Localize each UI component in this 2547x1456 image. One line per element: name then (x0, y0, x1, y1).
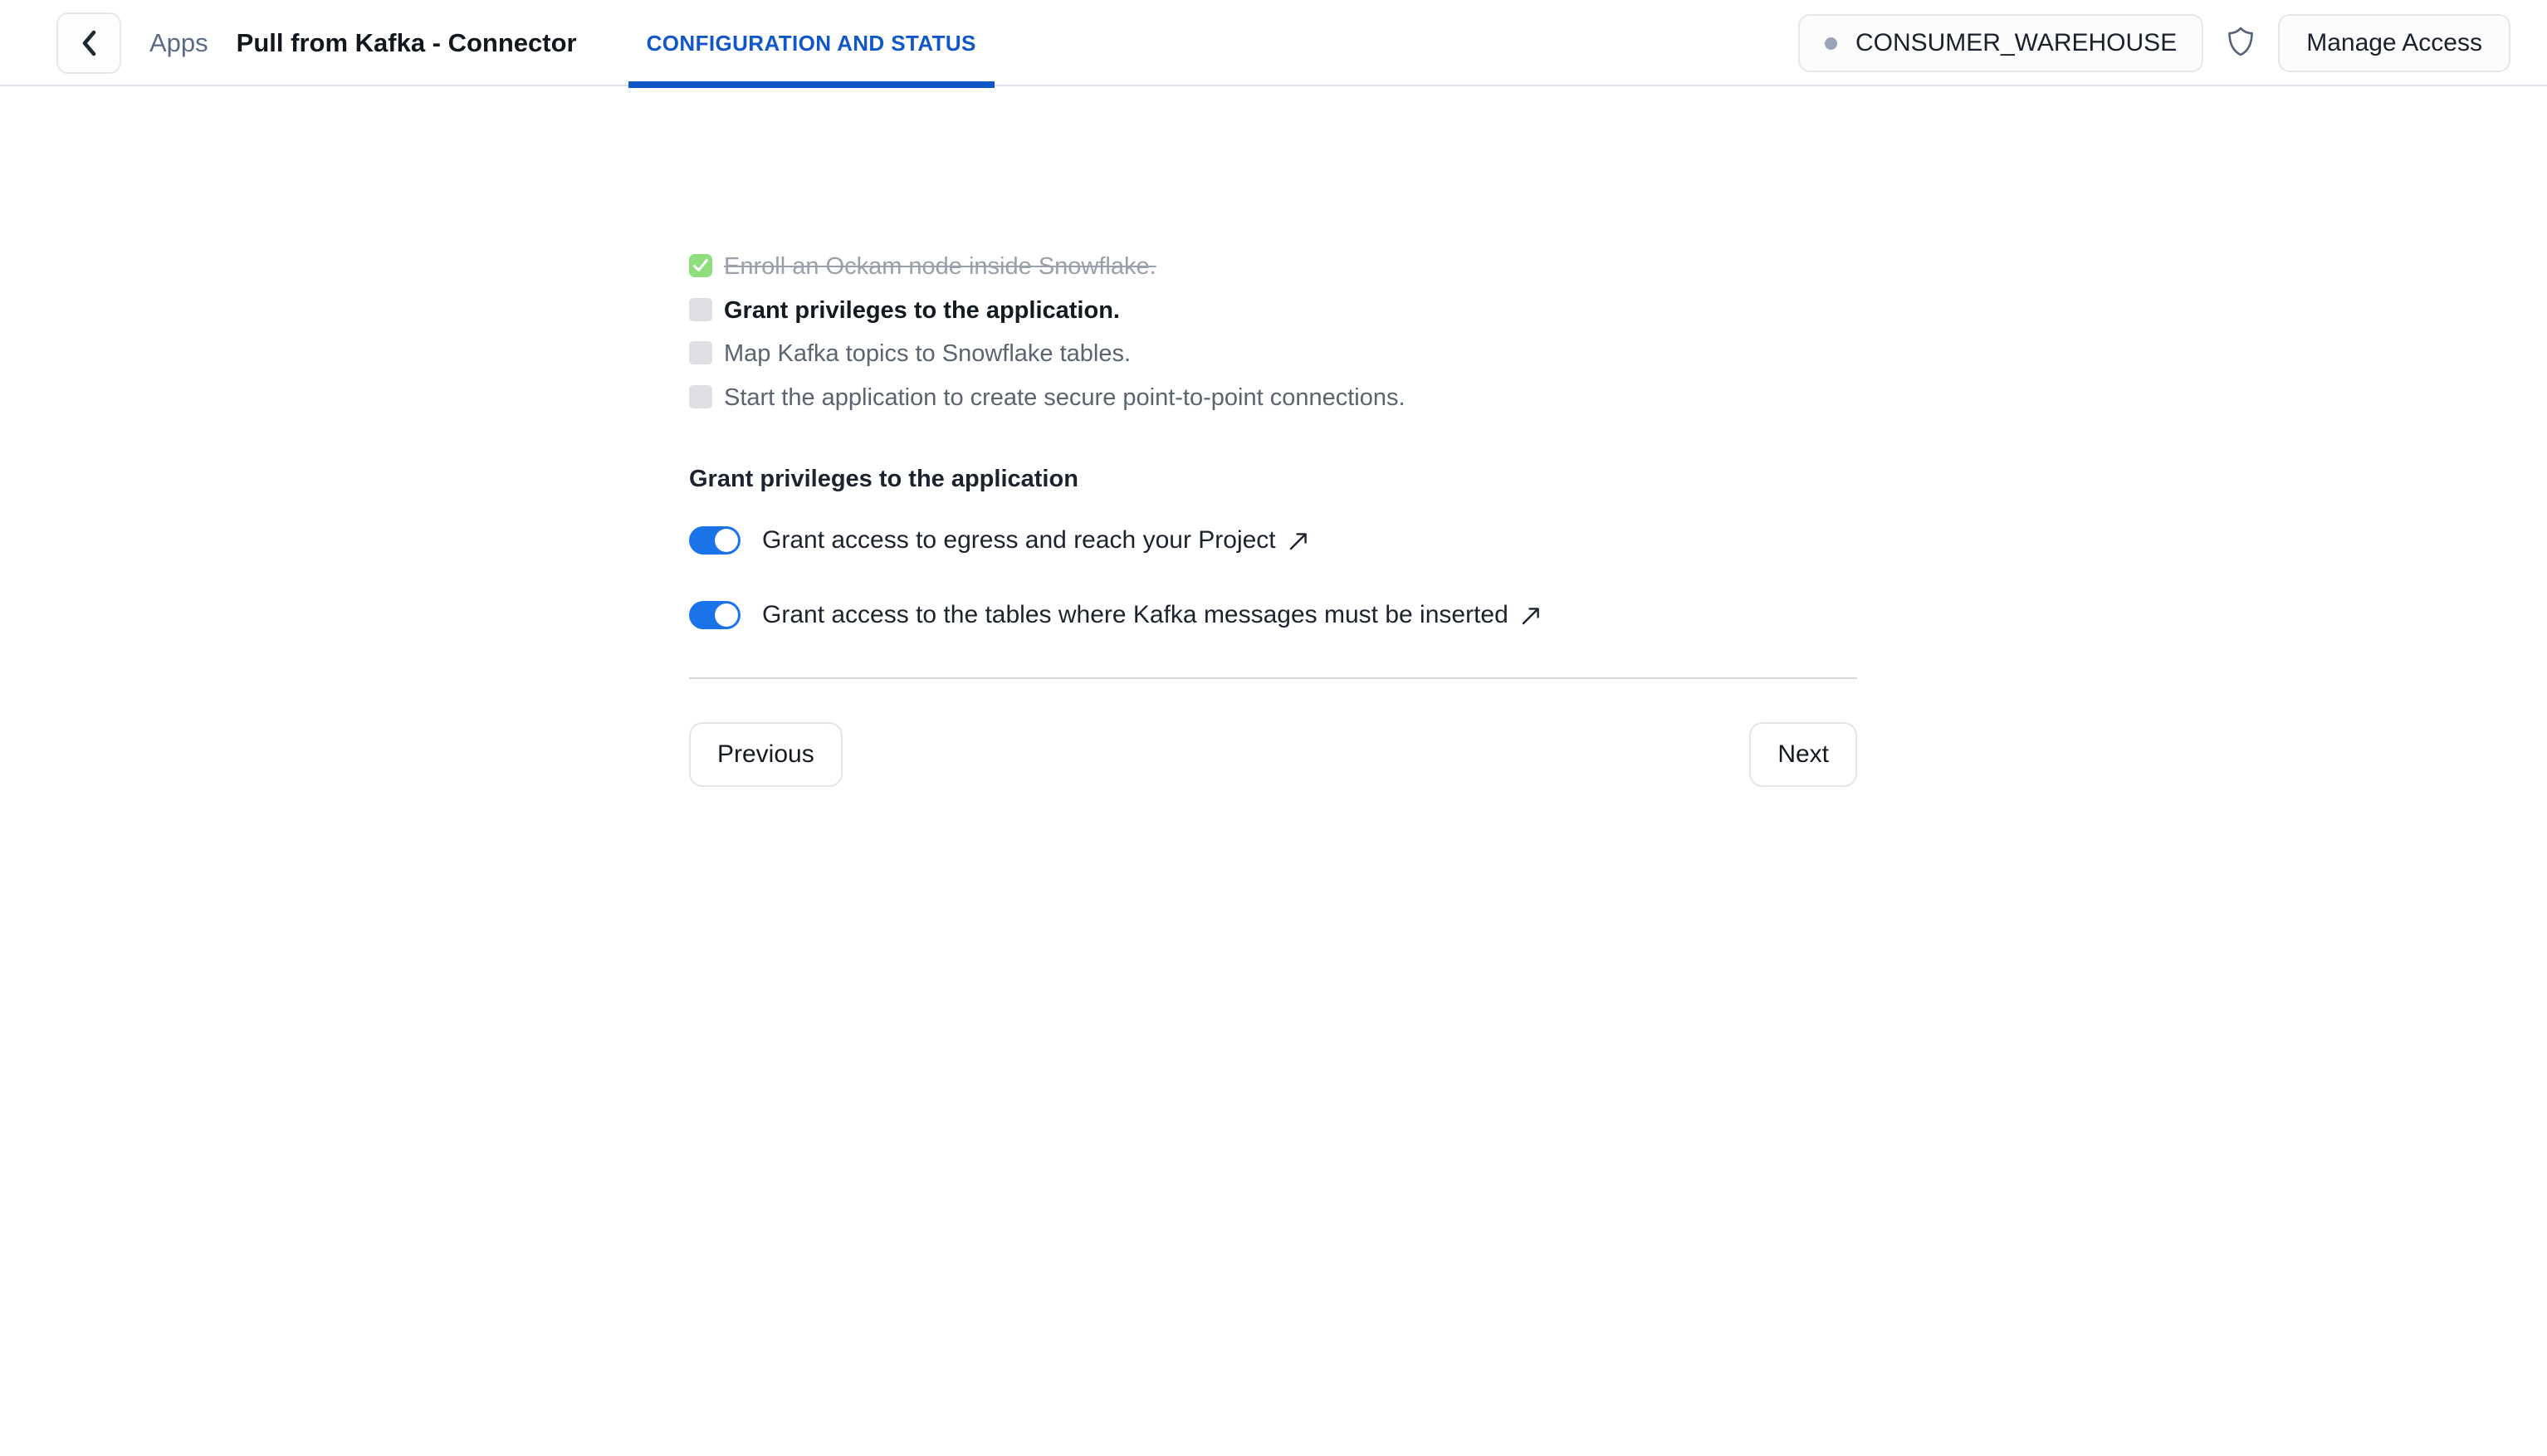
warehouse-name: CONSUMER_WAREHOUSE (1855, 29, 2178, 56)
content-column: Enroll an Ockam node inside Snowflake. G… (689, 86, 1860, 787)
toggle-row-egress-access: Grant access to egress and reach your Pr… (689, 521, 1860, 559)
back-button[interactable] (56, 12, 121, 74)
app-header: Apps Pull from Kafka - Connector CONFIGU… (0, 0, 2547, 88)
shield-icon (2227, 26, 2255, 61)
main-content: Enroll an Ockam node inside Snowflake. G… (0, 86, 2547, 787)
checklist-item-map-topics: Map Kafka topics to Snowflake tables. (689, 338, 1860, 370)
toggle-label-egress-access[interactable]: Grant access to egress and reach your Pr… (762, 526, 1309, 555)
toggle-knob (715, 603, 738, 627)
checklist-item-enroll-node: Enroll an Ockam node inside Snowflake. (689, 251, 1860, 283)
shield-icon-button[interactable] (2210, 14, 2271, 72)
previous-button[interactable]: Previous (689, 721, 843, 787)
tab-bar: CONFIGURATION AND STATUS (628, 0, 995, 88)
toggle-label-text: Grant access to the tables where Kafka m… (762, 600, 1508, 628)
toggle-table-access[interactable] (689, 600, 741, 629)
chevron-left-icon (81, 30, 97, 56)
warehouse-selector[interactable]: CONSUMER_WAREHOUSE (1797, 14, 2204, 72)
breadcrumb-item-apps[interactable]: Apps (121, 28, 237, 58)
tab-configuration-and-status[interactable]: CONFIGURATION AND STATUS (628, 0, 995, 88)
page-title: Pull from Kafka - Connector (236, 28, 577, 57)
section-heading: Grant privileges to the application (689, 465, 1078, 492)
toggle-label-text: Grant access to egress and reach your Pr… (762, 525, 1276, 554)
section-divider (689, 677, 1857, 679)
checkbox-empty-icon (689, 297, 712, 321)
next-button[interactable]: Next (1749, 721, 1857, 787)
privileges-toggle-list: Grant access to egress and reach your Pr… (689, 521, 1860, 634)
checklist-item-label: Grant privileges to the application. (724, 296, 1120, 324)
checklist-item-start-application: Start the application to create secure p… (689, 382, 1860, 414)
header-right-group: CONSUMER_WAREHOUSE Manage Access (1797, 0, 2547, 86)
setup-checklist: Enroll an Ockam node inside Snowflake. G… (689, 251, 1860, 414)
manage-access-button[interactable]: Manage Access (2278, 14, 2510, 72)
toggle-egress-access[interactable] (689, 525, 741, 555)
breadcrumb: Apps Pull from Kafka - Connector (121, 0, 628, 86)
external-link-arrow-icon[interactable] (1520, 605, 1542, 627)
checklist-item-label: Map Kafka topics to Snowflake tables. (724, 340, 1132, 368)
checkbox-checked-icon (689, 254, 712, 277)
checklist-item-label: Start the application to create secure p… (724, 384, 1405, 412)
toggle-label-table-access[interactable]: Grant access to the tables where Kafka m… (762, 601, 1542, 629)
checklist-item-label: Enroll an Ockam node inside Snowflake. (724, 253, 1156, 280)
checkbox-empty-icon (689, 341, 712, 365)
external-link-arrow-icon[interactable] (1288, 530, 1309, 552)
checkbox-empty-icon (689, 385, 712, 409)
wizard-navigation: Previous Next (689, 721, 1857, 787)
toggle-knob (715, 528, 738, 552)
header-left-group: Apps Pull from Kafka - Connector CONFIGU… (0, 0, 995, 88)
toggle-row-table-access: Grant access to the tables where Kafka m… (689, 596, 1860, 634)
checklist-item-grant-privileges: Grant privileges to the application. (689, 295, 1860, 327)
status-dot-icon (1824, 37, 1837, 50)
